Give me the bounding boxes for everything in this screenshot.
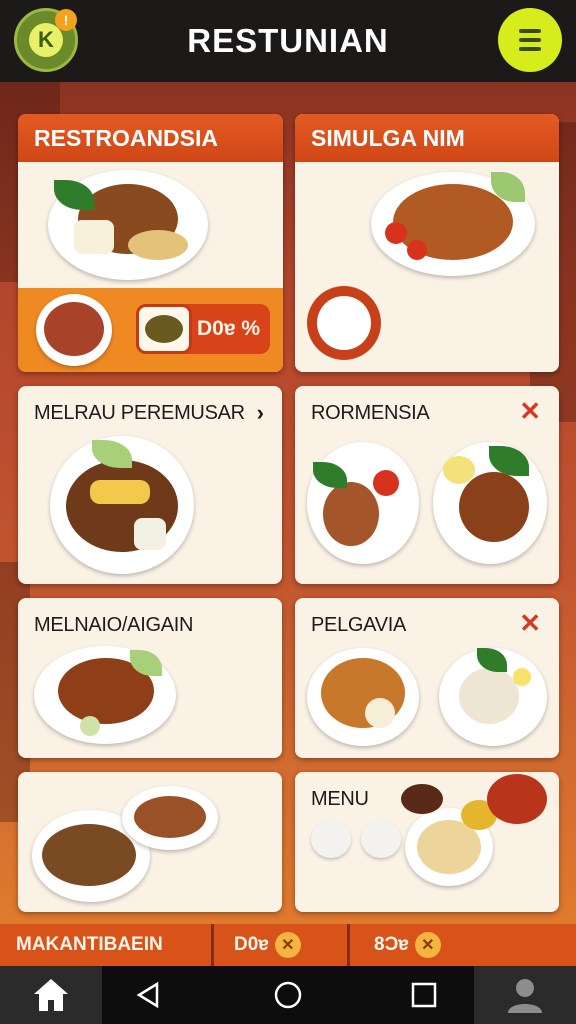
rice-ball-image [311,820,351,858]
food-plate-image [48,170,208,280]
recents-button[interactable] [394,966,454,1024]
food-plate-image [439,648,547,746]
promo-label: D0ɐ [234,934,269,955]
hamburger-icon [519,47,541,51]
menu-button[interactable] [498,8,562,72]
menu-card-7[interactable] [18,772,282,912]
check-icon: ✕ [414,932,441,958]
back-triangle-icon [136,981,159,1009]
back-button[interactable] [118,966,178,1024]
card-title: MELRAU PEREMUSAR [34,402,245,424]
food-plate-image [371,172,535,276]
menu-card-5[interactable]: MELNAIO/AIGAIN [18,598,282,758]
app-title: RESTUNIAN [187,22,389,59]
card-title: RESTROANDSIA [18,114,283,162]
promo-strip: MAKANTIBAEIN D0ɐ ✕ 8Ɔɐ ✕ [0,924,576,966]
side-dish-image [136,304,192,354]
hamburger-icon [519,38,541,42]
price-tag[interactable]: D0ɐ % [136,304,270,354]
menu-card-3[interactable]: MELRAU PEREMUSAR › [18,386,282,584]
card-title: PELGAVIA [311,614,407,636]
card-footer: D0ɐ % [18,288,283,372]
food-plate-image [307,648,419,746]
top-app-bar: K ! RESTUNIAN [0,0,576,82]
food-plate-image [34,646,176,744]
system-nav-bar [0,966,576,1024]
home-tab[interactable] [0,966,102,1024]
promo-item[interactable]: 8Ɔɐ ✕ [350,924,576,966]
food-plate-image [307,442,419,564]
menu-card-1[interactable]: RESTROANDSIA D0ɐ % [18,114,283,372]
card-title: SIMULGA NIM [295,114,559,162]
dessert-bowl-image [307,286,381,360]
hamburger-icon [519,29,541,33]
home-icon [34,979,68,1011]
home-circle-icon [274,981,302,1009]
card-title: MELNAIO/AIGAIN [34,614,194,636]
card-title: MENU [311,788,369,810]
profile-icon [508,979,542,1013]
promo-item[interactable]: MAKANTIBAEIN [0,924,214,966]
x-mark-icon[interactable]: ✕ [519,608,541,639]
notification-badge: ! [55,9,77,31]
soup-bowl-image [36,294,112,366]
food-plate-image [50,436,194,574]
promo-label: 8Ɔɐ [374,934,409,955]
card-title: RORMENSIA [311,402,430,424]
menu-card-4[interactable]: RORMENSIA ✕ [295,386,559,584]
menu-card-2[interactable]: SIMULGA NIM [295,114,559,372]
promo-label: MAKANTIBAEIN [16,934,163,955]
x-mark-icon[interactable]: ✕ [519,396,541,427]
menu-card-8[interactable]: MENU [295,772,559,912]
sauce-bowl-image [401,784,443,814]
logo-button[interactable]: K ! [14,8,78,72]
recent-square-icon [411,982,437,1008]
check-icon: ✕ [274,932,301,958]
home-button[interactable] [258,966,318,1024]
food-plate-image [122,786,218,850]
menu-card-6[interactable]: PELGAVIA ✕ [295,598,559,758]
promo-item[interactable]: D0ɐ ✕ [214,924,350,966]
price-label: D0ɐ % [196,317,260,340]
food-plate-image [433,442,547,564]
rice-ball-image [361,820,401,858]
sauce-bowl-image [487,774,547,824]
chevron-right-icon[interactable]: › [257,400,264,426]
profile-tab[interactable] [474,966,576,1024]
